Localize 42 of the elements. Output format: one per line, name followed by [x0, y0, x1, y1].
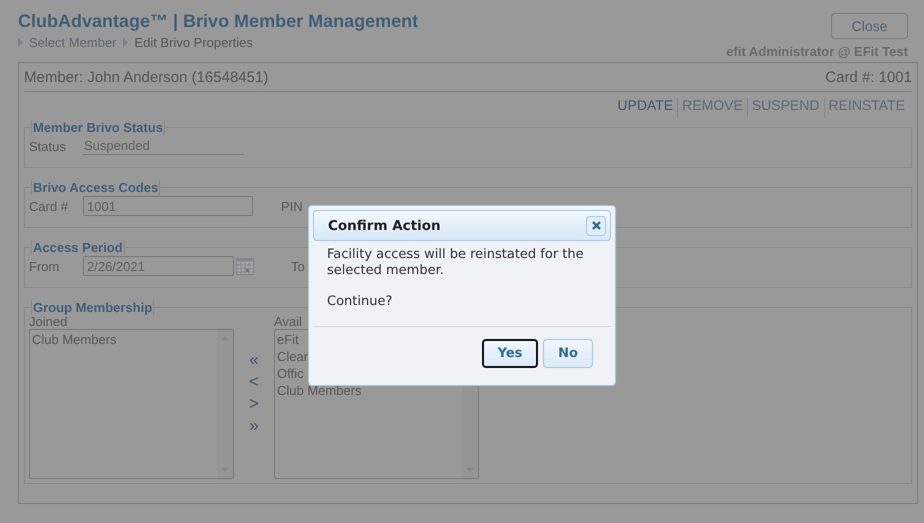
close-icon — [592, 221, 600, 230]
dialog-question: Continue? — [327, 294, 394, 310]
field-label: Card # — [29, 198, 70, 214]
card-number: Card #: 1001 — [825, 69, 912, 86]
triangle-right-icon — [123, 38, 128, 47]
field-label: Status — [29, 138, 67, 154]
member-name: Member: John Anderson (16548451) — [24, 69, 268, 86]
list-item[interactable]: eFit — [277, 331, 299, 348]
field-label: To — [291, 258, 305, 274]
status-value: Suspended — [83, 137, 244, 155]
move-button[interactable]: « — [249, 350, 259, 370]
section-legend: Access Period — [31, 240, 125, 255]
section-legend: Member Brivo Status — [31, 120, 166, 135]
app-title: ClubAdvantage™ | Brivo Member Management — [18, 11, 418, 32]
dialog-title: Confirm Action — [328, 218, 441, 234]
joined-listbox[interactable]: Club Members — [29, 329, 234, 479]
move-button[interactable]: < — [249, 372, 259, 392]
list-label: Joined — [29, 315, 68, 329]
move-button[interactable]: » — [249, 416, 259, 436]
triangle-right-icon — [18, 38, 23, 47]
field-label: PIN — [281, 198, 303, 214]
action-link[interactable]: UPDATE — [617, 98, 674, 118]
dialog-button[interactable]: Yes — [482, 339, 538, 368]
card-number-field[interactable]: 1001 — [83, 196, 253, 216]
list-item[interactable]: Club Members — [277, 382, 362, 399]
field-label: From — [29, 258, 60, 274]
from-date-field[interactable]: 2/26/2021 — [83, 256, 234, 276]
section-legend: Group Membership — [31, 300, 154, 315]
dialog-message: Facility access will be reinstated for the selected member. — [327, 247, 585, 279]
calendar-icon[interactable] — [236, 258, 254, 274]
list-label: Avail — [274, 315, 302, 329]
breadcrumb-link[interactable]: Edit Brivo Properties — [134, 35, 253, 50]
list-item[interactable]: Clear — [277, 348, 308, 365]
move-button[interactable]: > — [249, 394, 259, 414]
list-item[interactable]: Offic — [277, 365, 304, 382]
dialog-button[interactable]: No — [543, 339, 593, 368]
close-button[interactable]: Close — [831, 13, 908, 39]
breadcrumb-link[interactable]: Select Member — [29, 35, 116, 50]
section-legend: Brivo Access Codes — [31, 180, 160, 195]
close-button[interactable] — [586, 216, 606, 236]
scrollbar[interactable] — [217, 330, 233, 478]
list-item[interactable]: Club Members — [32, 331, 117, 348]
